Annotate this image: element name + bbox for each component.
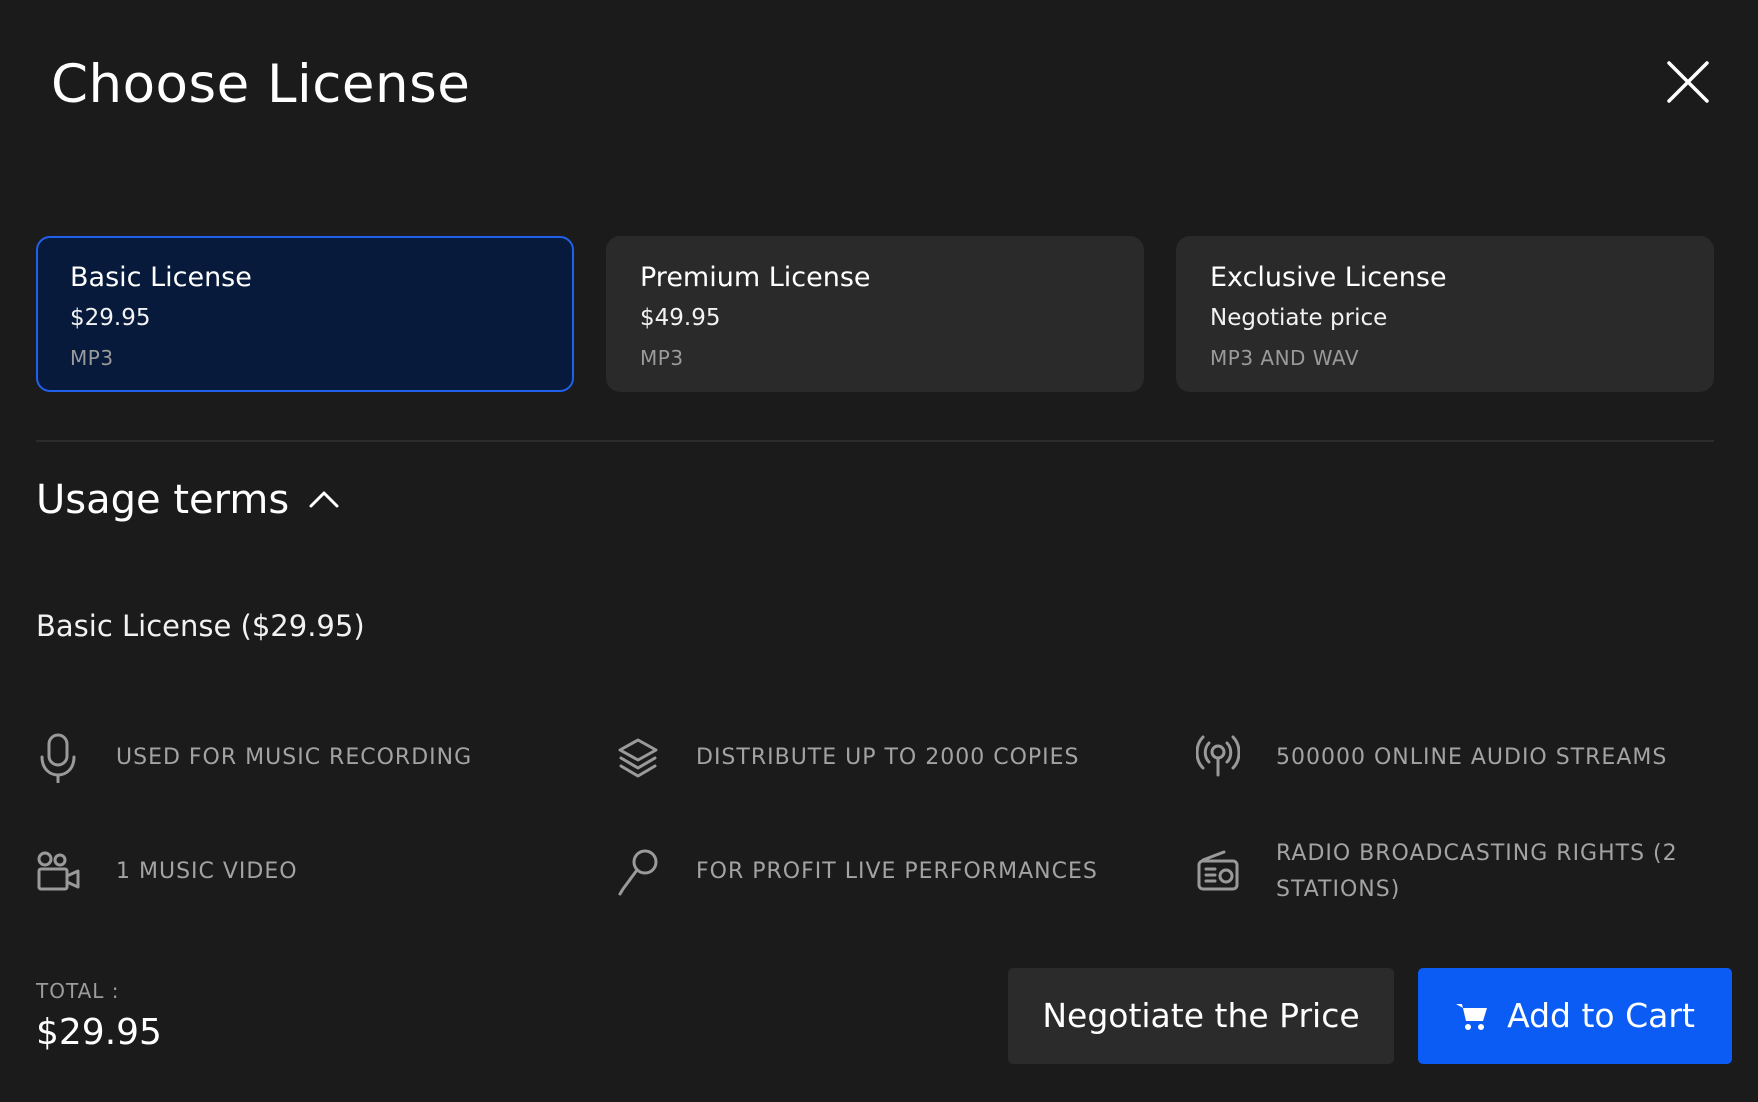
video-camera-icon xyxy=(37,851,80,891)
license-card-exclusive[interactable]: Exclusive License Negotiate price MP3 AN… xyxy=(1176,236,1714,392)
choose-license-modal: Choose License Basic License $29.95 MP3 … xyxy=(0,0,1758,1102)
radio-icon xyxy=(1197,850,1239,891)
license-format: MP3 xyxy=(70,346,114,370)
negotiate-price-button[interactable]: Negotiate the Price xyxy=(1008,968,1394,1064)
license-format: MP3 xyxy=(640,346,684,370)
license-format: MP3 AND WAV xyxy=(1210,346,1360,370)
license-price: $29.95 xyxy=(70,305,151,331)
chevron-up-icon xyxy=(309,491,339,508)
license-card-basic[interactable]: Basic License $29.95 MP3 xyxy=(36,236,574,392)
usage-term: 500000 ONLINE AUDIO STREAMS xyxy=(1196,718,1714,798)
usage-term: DISTRIBUTE UP TO 2000 COPIES xyxy=(616,718,1196,798)
license-price: $49.95 xyxy=(640,305,721,331)
usage-term: 1 MUSIC VIDEO xyxy=(36,832,616,912)
add-to-cart-label: Add to Cart xyxy=(1507,996,1695,1035)
total-label: TOTAL : xyxy=(36,979,120,1003)
close-icon[interactable] xyxy=(1664,58,1712,106)
usage-term-text: RADIO BROADCASTING RIGHTS (2 STATIONS) xyxy=(1276,841,1678,902)
add-to-cart-button[interactable]: Add to Cart xyxy=(1418,968,1732,1064)
license-options: Basic License $29.95 MP3 Premium License… xyxy=(36,236,1714,392)
selected-license-summary: Basic License ($29.95) xyxy=(36,609,365,643)
usage-term-text: 1 MUSIC VIDEO xyxy=(116,859,298,884)
live-microphone-icon xyxy=(618,849,658,896)
usage-terms-heading: Usage terms xyxy=(36,477,290,523)
usage-term-text: USED FOR MUSIC RECORDING xyxy=(116,745,473,770)
microphone-icon xyxy=(40,733,76,783)
usage-term: RADIO BROADCASTING RIGHTS (2 STATIONS) xyxy=(1196,832,1714,912)
layers-icon xyxy=(618,738,658,778)
usage-term: USED FOR MUSIC RECORDING xyxy=(36,718,616,798)
usage-term-text: FOR PROFIT LIVE PERFORMANCES xyxy=(696,859,1098,884)
usage-term-text: DISTRIBUTE UP TO 2000 COPIES xyxy=(696,745,1080,770)
broadcast-icon xyxy=(1196,735,1240,777)
section-divider xyxy=(36,440,1714,442)
modal-title: Choose License xyxy=(51,54,471,115)
license-price: Negotiate price xyxy=(1210,305,1388,331)
license-name: Exclusive License xyxy=(1210,262,1447,293)
negotiate-price-label: Negotiate the Price xyxy=(1042,996,1360,1035)
license-name: Premium License xyxy=(640,262,871,293)
license-name: Basic License xyxy=(70,262,252,293)
cart-icon xyxy=(1456,1004,1488,1030)
usage-terms-toggle[interactable]: Usage terms xyxy=(36,470,341,530)
total-price: $29.95 xyxy=(36,1012,162,1053)
usage-term: FOR PROFIT LIVE PERFORMANCES xyxy=(616,832,1196,912)
license-card-premium[interactable]: Premium License $49.95 MP3 xyxy=(606,236,1144,392)
usage-terms-list: USED FOR MUSIC RECORDING DISTRIBUTE UP T… xyxy=(36,718,1714,912)
usage-term-text: 500000 ONLINE AUDIO STREAMS xyxy=(1276,745,1668,770)
